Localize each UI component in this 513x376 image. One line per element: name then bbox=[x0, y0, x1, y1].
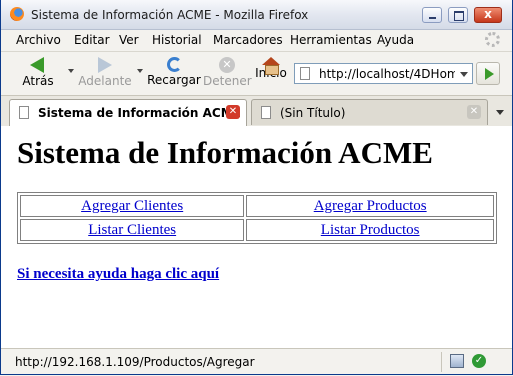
table-row: Agregar Clientes Agregar Productos bbox=[20, 195, 494, 217]
listar-clientes-link[interactable]: Listar Clientes bbox=[88, 222, 176, 238]
menu-editar[interactable]: Editar bbox=[74, 33, 110, 47]
menu-historial[interactable]: Historial bbox=[152, 33, 202, 47]
page-content: Sistema de Información ACME Agregar Clie… bbox=[1, 126, 512, 348]
back-label: Atrás bbox=[22, 74, 54, 88]
url-input[interactable] bbox=[319, 65, 455, 82]
agregar-clientes-link[interactable]: Agregar Clientes bbox=[81, 198, 183, 214]
check-icon[interactable]: ✓ bbox=[472, 354, 486, 368]
browser-window: Sistema de Información ACME - Mozilla Fi… bbox=[0, 0, 513, 375]
back-arrow-icon bbox=[30, 57, 44, 73]
table-cell: Agregar Productos bbox=[246, 195, 494, 217]
forward-history-dropdown[interactable] bbox=[137, 69, 143, 73]
menu-table: Agregar Clientes Agregar Productos Lista… bbox=[17, 192, 497, 244]
status-divider bbox=[441, 352, 442, 372]
page-icon bbox=[300, 67, 310, 80]
throbber-icon bbox=[485, 32, 500, 47]
go-button[interactable] bbox=[476, 62, 500, 85]
forward-arrow-icon bbox=[98, 57, 112, 73]
page-icon bbox=[19, 106, 29, 119]
forward-label: Adelante bbox=[78, 74, 132, 88]
agregar-productos-link[interactable]: Agregar Productos bbox=[314, 198, 427, 214]
table-cell: Listar Clientes bbox=[20, 219, 245, 241]
status-text: http://192.168.1.109/Productos/Agregar bbox=[15, 355, 255, 369]
title-bar[interactable]: Sistema de Información ACME - Mozilla Fi… bbox=[1, 0, 512, 30]
home-icon bbox=[262, 57, 280, 75]
menu-ver[interactable]: Ver bbox=[119, 33, 139, 47]
menu-archivo[interactable]: Archivo bbox=[16, 33, 61, 47]
tab-label: (Sin Título) bbox=[280, 106, 346, 120]
listar-productos-link[interactable]: Listar Productos bbox=[321, 222, 420, 238]
table-cell: Agregar Clientes bbox=[20, 195, 245, 217]
tab-sistema[interactable]: Sistema de Información ACME ✕ bbox=[9, 99, 247, 126]
maximize-button[interactable] bbox=[448, 7, 468, 23]
table-cell: Listar Productos bbox=[246, 219, 494, 241]
tab-label: Sistema de Información ACME bbox=[38, 106, 241, 120]
back-button[interactable]: Atrás bbox=[16, 55, 60, 93]
tab-close-icon[interactable]: ✕ bbox=[226, 105, 240, 119]
reload-button[interactable]: Recargar bbox=[147, 55, 201, 93]
close-icon: x bbox=[484, 7, 492, 21]
forward-button[interactable]: Adelante bbox=[77, 55, 133, 93]
tab-list-dropdown[interactable] bbox=[491, 100, 509, 124]
page-title: Sistema de Información ACME bbox=[17, 135, 433, 170]
menu-ayuda[interactable]: Ayuda bbox=[377, 33, 414, 47]
minimize-button[interactable] bbox=[422, 7, 442, 23]
menu-marcadores[interactable]: Marcadores bbox=[213, 33, 283, 47]
stop-label: Detener bbox=[203, 74, 252, 88]
stop-button[interactable]: ✕ Detener bbox=[203, 55, 252, 93]
stop-icon: ✕ bbox=[219, 57, 235, 73]
page-icon bbox=[261, 106, 271, 119]
home-button[interactable]: Inicio bbox=[254, 55, 288, 93]
firefox-icon bbox=[10, 7, 24, 21]
address-bar[interactable] bbox=[294, 63, 473, 84]
close-window-button[interactable]: x bbox=[474, 7, 502, 23]
tab-sin-titulo[interactable]: (Sin Título) ✕ bbox=[251, 99, 488, 125]
url-history-dropdown[interactable] bbox=[456, 64, 472, 83]
network-icon[interactable] bbox=[450, 354, 464, 368]
reload-label: Recargar bbox=[147, 73, 201, 87]
menu-herramientas[interactable]: Herramientas bbox=[290, 33, 372, 47]
status-bar: http://192.168.1.109/Productos/Agregar ✓ bbox=[1, 348, 512, 374]
back-history-dropdown[interactable] bbox=[68, 69, 74, 73]
tab-close-icon[interactable]: ✕ bbox=[467, 105, 481, 119]
tab-strip: Sistema de Información ACME ✕ (Sin Títul… bbox=[1, 95, 512, 127]
reload-icon bbox=[166, 57, 182, 72]
table-row: Listar Clientes Listar Productos bbox=[20, 219, 494, 241]
help-link[interactable]: Si necesita ayuda haga clic aquí bbox=[17, 266, 219, 283]
menu-bar: Archivo Editar Ver Historial Marcadores … bbox=[1, 30, 512, 50]
window-title: Sistema de Información ACME - Mozilla Fi… bbox=[31, 8, 309, 22]
